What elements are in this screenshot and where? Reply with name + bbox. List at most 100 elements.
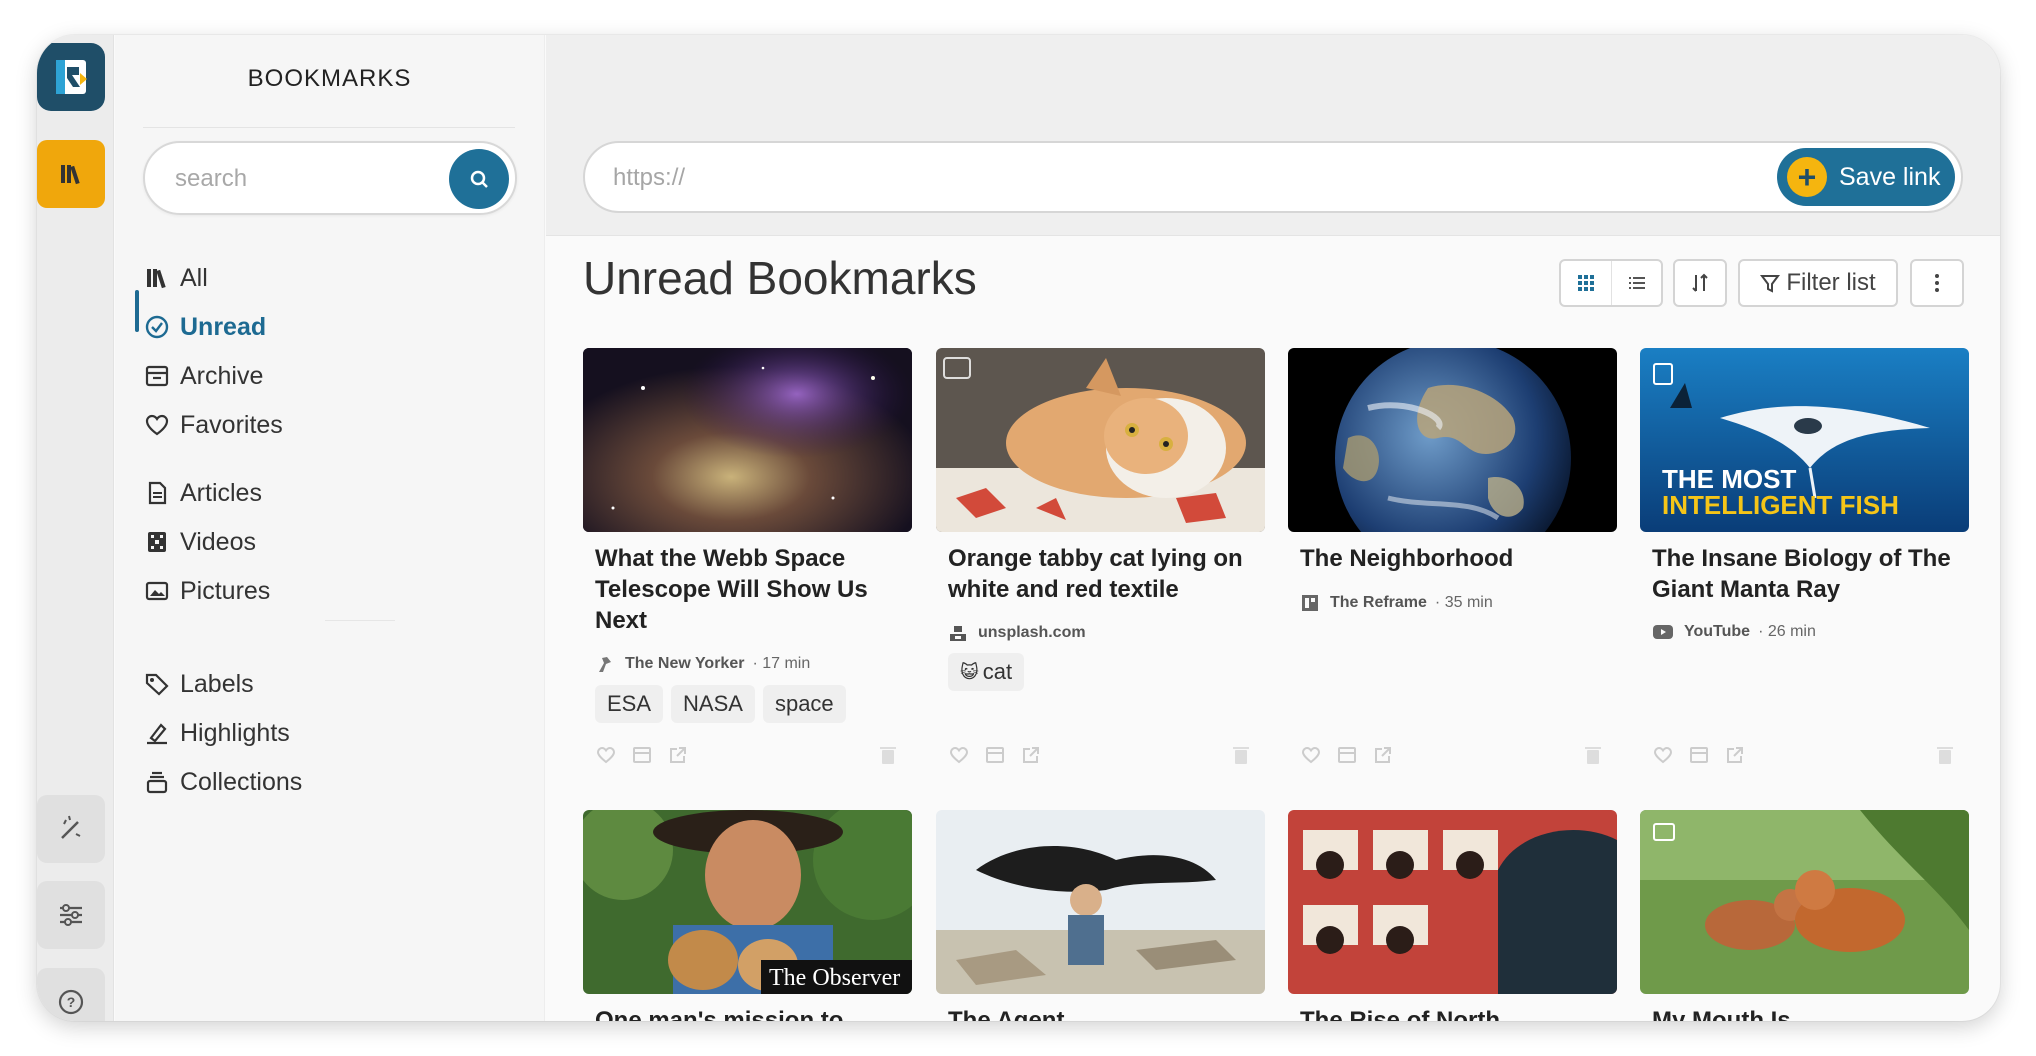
card-read-time: · 17 min [752,655,811,672]
card-title[interactable]: The Neighborhood [1300,543,1605,574]
bookmark-card[interactable]: THE MOST INTELLIGENT FISH The Insane Bio… [1640,348,1969,778]
nav-item-label: All [180,263,208,292]
nav-item-favorites[interactable]: Favorites [143,405,283,445]
check-circle-icon [143,313,171,341]
archive-icon[interactable] [1336,744,1358,766]
nav-item-labels[interactable]: Labels [143,664,254,704]
rail-highlights-button[interactable] [37,795,105,863]
sliders-icon [60,904,82,926]
list-icon [1628,277,1645,289]
divider [325,620,395,621]
nav-item-label: Unread [180,312,267,341]
external-link-icon[interactable] [667,744,689,766]
nav-item-articles[interactable]: Articles [143,473,262,513]
card-source: The Reframe [1330,594,1427,611]
nav-item-collections[interactable]: Collections [143,762,302,802]
nav-item-label: Videos [180,527,256,556]
card-actions [595,744,900,768]
more-options-button[interactable] [1910,259,1964,307]
bookmark-card[interactable]: Orange tabby cat lying on white and red … [936,348,1265,778]
nav-item-label: Articles [180,478,262,507]
nav-item-label: Labels [180,669,254,698]
card-source: YouTube [1684,623,1751,640]
label-chip[interactable]: ESA [595,685,664,723]
favorite-heart-icon[interactable] [1652,744,1674,766]
url-input[interactable] [613,161,1613,195]
bookmark-card[interactable]: The Rise of North [1288,810,1617,1021]
card-thumbnail [936,810,1265,994]
card-title[interactable]: The Insane Biology of The Giant Manta Ra… [1652,543,1957,605]
save-link-button[interactable]: + Save link [1777,148,1955,206]
delete-trash-icon[interactable] [1230,744,1252,766]
card-meta: YouTube · 26 min [1652,623,1816,641]
grid-view-button[interactable] [1561,261,1611,305]
nav-item-highlights[interactable]: Highlights [143,713,290,753]
bookmark-card[interactable]: My Mouth Is [1640,810,1969,1021]
archive-icon[interactable] [631,744,653,766]
label-chip[interactable]: space [762,685,846,723]
card-actions [948,744,1253,768]
image-icon [143,577,171,605]
favorite-heart-icon[interactable] [1300,744,1322,766]
favorite-heart-icon[interactable] [595,744,617,766]
bookmark-card[interactable]: The Agent [936,810,1265,1021]
card-title[interactable]: The Agent [948,1005,1253,1021]
delete-trash-icon[interactable] [877,744,899,766]
card-title[interactable]: The Rise of North [1300,1005,1605,1021]
stack-icon [143,768,171,796]
archive-icon [143,362,171,390]
card-title[interactable]: My Mouth Is [1652,1005,1957,1021]
nav-item-label: Pictures [180,576,271,605]
nav-item-archive[interactable]: Archive [143,356,263,396]
favorite-heart-icon[interactable] [948,744,970,766]
youtube-icon [1652,623,1674,641]
external-link-icon[interactable] [1724,744,1746,766]
external-link-icon[interactable] [1020,744,1042,766]
nav-item-label: Favorites [180,410,283,439]
card-title[interactable]: What the Webb Space Telescope Will Show … [595,543,900,636]
main-content: + Save link Unread Bookmarks Filter list [546,35,2000,1021]
card-read-time: · 35 min [1434,594,1493,611]
filter-list-label: Filter list [1786,269,1876,296]
card-title[interactable]: Orange tabby cat lying on white and red … [948,543,1253,605]
bookmark-card[interactable]: The Neighborhood The Reframe · 35 min [1288,348,1617,778]
bookmark-card[interactable]: What the Webb Space Telescope Will Show … [583,348,912,778]
library-icon [61,165,80,185]
film-icon [143,528,171,556]
delete-trash-icon[interactable] [1582,744,1604,766]
highlighter-icon [143,719,171,747]
list-view-button[interactable] [1611,261,1661,305]
rail-settings-button[interactable] [37,881,105,949]
nav-item-pictures[interactable]: Pictures [143,571,270,611]
label-chip[interactable]: NASA [671,685,755,723]
filter-list-button[interactable]: Filter list [1738,259,1898,307]
card-thumbnail [1288,348,1617,532]
help-icon: ? [58,989,84,1015]
search-icon [470,170,488,188]
active-nav-indicator [135,290,139,332]
archive-icon[interactable] [1688,744,1710,766]
delete-trash-icon[interactable] [1934,744,1956,766]
rail-help-button[interactable]: ? [37,968,105,1021]
card-actions [1300,744,1605,768]
card-thumbnail [1288,810,1617,994]
label-chip[interactable]: 😺 cat [948,653,1025,691]
card-thumbnail [583,348,912,532]
label-text: cat [982,659,1013,684]
bookmark-card[interactable]: The Observer One man's mission to save [583,810,912,1021]
search-input[interactable] [175,161,435,197]
app-logo-icon[interactable] [37,43,105,111]
search-button[interactable] [449,149,509,209]
heart-icon [143,411,171,439]
document-icon [143,479,171,507]
card-source: unsplash.com [978,624,1086,641]
nav-item-unread[interactable]: Unread [143,307,266,347]
nav-item-videos[interactable]: Videos [143,522,256,562]
divider [143,127,515,128]
external-link-icon[interactable] [1372,744,1394,766]
nav-item-all[interactable]: All [143,258,208,298]
rail-bookmarks-button[interactable] [37,140,105,208]
card-title[interactable]: One man's mission to save [595,1005,900,1021]
sort-button[interactable] [1673,259,1727,307]
archive-icon[interactable] [984,744,1006,766]
